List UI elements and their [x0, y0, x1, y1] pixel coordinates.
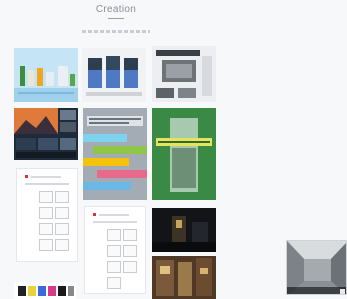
corridor-illustration	[287, 241, 346, 294]
doc-cell	[55, 191, 69, 203]
tile-bottles-poster[interactable]	[14, 48, 78, 102]
doc-cell	[123, 245, 137, 257]
doc-cell	[39, 207, 53, 219]
tile-green-poster[interactable]	[152, 108, 216, 200]
doc-marker	[25, 175, 28, 178]
category-filter-strip[interactable]	[82, 30, 150, 33]
doc-cell	[55, 223, 69, 235]
tile-color-swatches[interactable]	[14, 282, 76, 299]
doc-cell	[39, 223, 53, 235]
tile-building-scene[interactable]	[152, 256, 216, 299]
doc-cell	[39, 191, 53, 203]
mountain-illustration	[14, 108, 78, 160]
doc-cell	[107, 261, 121, 273]
doc-heading-line	[99, 214, 129, 216]
green-poster-illustration	[152, 108, 216, 200]
tile-doc-sheet-2[interactable]	[84, 206, 146, 294]
tile-poster-hands[interactable]	[83, 108, 147, 200]
tile-doc-sheet-1[interactable]	[16, 168, 78, 262]
night-scene-illustration	[152, 208, 216, 252]
doc-marker	[93, 213, 96, 216]
doc-line	[93, 221, 137, 223]
screen-illustration	[152, 46, 216, 102]
video-preview-thumbnail[interactable]	[286, 240, 347, 295]
doc-cell	[123, 261, 137, 273]
doc-line	[25, 183, 69, 185]
swatches-illustration	[14, 282, 76, 299]
doc-heading-line	[31, 176, 61, 178]
doc-cell	[55, 207, 69, 219]
tile-mountain-slides[interactable]	[14, 108, 78, 160]
page-title: Creation	[95, 4, 137, 15]
building-scene-illustration	[152, 256, 216, 299]
title-underline	[108, 18, 124, 19]
doc-cell	[107, 277, 121, 289]
tile-kiosk-mockup[interactable]	[82, 48, 146, 102]
bottles-illustration	[14, 48, 78, 102]
doc-cell	[55, 239, 69, 251]
doc-cell	[39, 239, 53, 251]
hands-poster-illustration	[83, 108, 147, 200]
doc-cell	[123, 229, 137, 241]
tile-screen-mockup[interactable]	[152, 46, 216, 102]
doc-cell	[107, 229, 121, 241]
tile-night-scene[interactable]	[152, 208, 216, 252]
doc-cell	[107, 245, 121, 257]
kiosk-illustration	[82, 48, 146, 102]
